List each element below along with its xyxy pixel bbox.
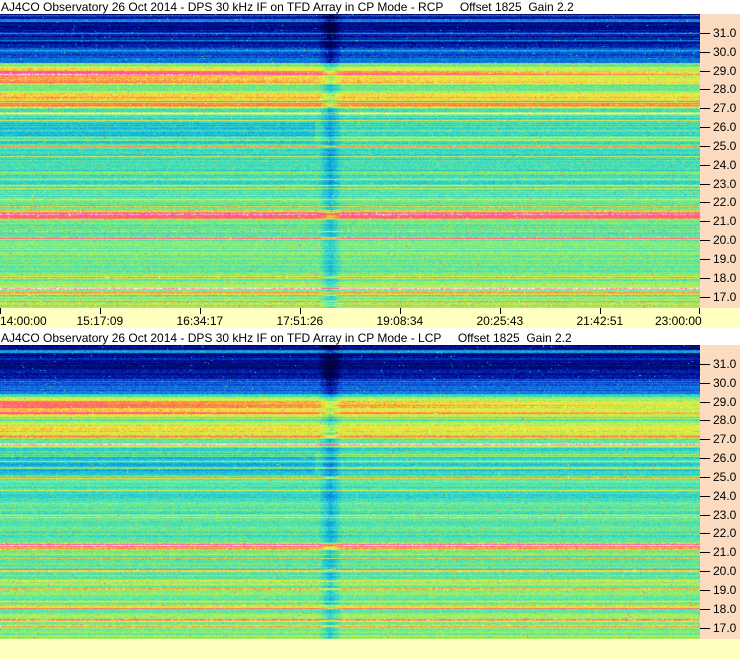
y-tick <box>700 89 710 90</box>
y-tick-label: 19.0 <box>713 583 737 597</box>
y-tick-label: 28.0 <box>713 82 737 96</box>
x-tick-label: 16:34:17 <box>176 314 224 328</box>
y-tick <box>700 515 710 516</box>
y-tick <box>700 259 710 260</box>
y-tick <box>700 383 710 384</box>
y-tick-label: 21.0 <box>713 214 737 228</box>
x-tick-label: 19:08:34 <box>376 314 424 328</box>
y-tick-label: 18.0 <box>713 271 737 285</box>
y-tick <box>700 628 710 629</box>
y-tick-label: 25.0 <box>713 139 737 153</box>
y-tick-label: 26.0 <box>713 120 737 134</box>
y-tick <box>700 439 710 440</box>
y-tick <box>700 127 710 128</box>
y-tick <box>700 221 710 222</box>
y-tick <box>700 297 710 298</box>
y-tick <box>700 165 710 166</box>
y-tick <box>700 71 710 72</box>
y-tick-label: 22.0 <box>713 526 737 540</box>
y-tick <box>700 402 710 403</box>
y-tick-label: 31.0 <box>713 26 737 40</box>
y-tick <box>700 477 710 478</box>
frequency-axis: 31.0 30.0 29.0 28.0 27.0 26.0 25.0 24.0 23.0 22.0… <box>700 14 740 308</box>
y-tick-label: 17.0 <box>713 290 737 304</box>
y-tick-label: 27.0 <box>713 101 737 115</box>
chart-title: AJ4CO Observatory 26 Oct 2014 - DPS 30 k… <box>1 331 572 345</box>
y-tick-label: 31.0 <box>713 357 737 371</box>
y-tick <box>700 52 710 53</box>
time-axis: 14:00:00 15:17:09 16:34:17 17:51:26 19:08:34… <box>0 308 740 328</box>
time-axis <box>0 639 740 659</box>
x-tick-label: 23:00:00 <box>655 314 702 328</box>
y-tick-label: 21.0 <box>713 545 737 559</box>
y-tick <box>700 533 710 534</box>
x-tick-label: 20:25:43 <box>476 314 524 328</box>
y-tick <box>700 458 710 459</box>
x-tick-label: 15:17:09 <box>76 314 124 328</box>
y-tick-label: 30.0 <box>713 45 737 59</box>
y-tick-label: 25.0 <box>713 470 737 484</box>
x-tick-label: 14:00:00 <box>0 314 47 328</box>
y-tick-label: 27.0 <box>713 432 737 446</box>
y-tick-label: 22.0 <box>713 195 737 209</box>
y-tick-label: 26.0 <box>713 451 737 465</box>
y-tick <box>700 571 710 572</box>
y-tick <box>700 33 710 34</box>
y-tick <box>700 609 710 610</box>
frequency-axis: 31.0 30.0 29.0 28.0 27.0 26.0 25.0 24.0 23.0 22.0… <box>700 345 740 639</box>
y-tick <box>700 184 710 185</box>
y-tick-label: 24.0 <box>713 158 737 172</box>
spectrogram-rcp <box>0 14 700 308</box>
y-tick-label: 24.0 <box>713 489 737 503</box>
y-tick-label: 23.0 <box>713 177 737 191</box>
y-tick <box>700 202 710 203</box>
spectrogram-lcp <box>0 345 700 639</box>
x-tick-label: 21:42:51 <box>576 314 624 328</box>
y-tick-label: 20.0 <box>713 233 737 247</box>
chart-title: AJ4CO Observatory 26 Oct 2014 - DPS 30 k… <box>1 0 574 14</box>
y-tick <box>700 496 710 497</box>
rcp-panel: AJ4CO Observatory 26 Oct 2014 - DPS 30 k… <box>0 0 740 330</box>
y-tick-label: 19.0 <box>713 252 737 266</box>
y-tick <box>700 146 710 147</box>
y-tick-label: 29.0 <box>713 395 737 409</box>
x-tick-label: 17:51:26 <box>276 314 324 328</box>
y-tick <box>700 108 710 109</box>
y-tick-label: 18.0 <box>713 602 737 616</box>
y-tick <box>700 278 710 279</box>
y-tick <box>700 420 710 421</box>
y-tick <box>700 590 710 591</box>
y-tick <box>700 240 710 241</box>
y-tick-label: 28.0 <box>713 413 737 427</box>
y-tick <box>700 364 710 365</box>
y-tick <box>700 552 710 553</box>
lcp-panel: AJ4CO Observatory 26 Oct 2014 - DPS 30 k… <box>0 331 740 660</box>
y-tick-label: 29.0 <box>713 64 737 78</box>
y-tick-label: 17.0 <box>713 621 737 635</box>
y-tick-label: 23.0 <box>713 508 737 522</box>
y-tick-label: 30.0 <box>713 376 737 390</box>
y-tick-label: 20.0 <box>713 564 737 578</box>
